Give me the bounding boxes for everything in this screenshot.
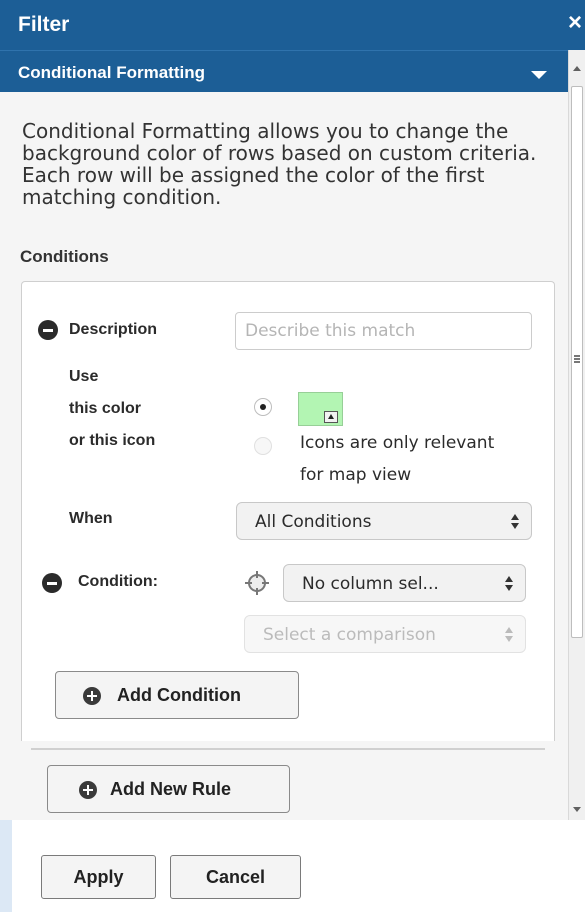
remove-rule-icon[interactable] [38, 320, 58, 340]
comparison-select[interactable]: Select a comparison [244, 615, 526, 653]
cancel-button[interactable]: Cancel [170, 855, 301, 899]
comparison-select-value: Select a comparison [263, 625, 436, 645]
divider [31, 748, 545, 750]
color-radio[interactable] [254, 398, 272, 416]
scrollbar[interactable] [568, 50, 585, 820]
grip-icon [574, 355, 580, 363]
add-condition-button[interactable]: Add Condition [55, 671, 299, 719]
plus-circle-icon [79, 781, 97, 799]
when-select[interactable]: All Conditions [236, 502, 532, 540]
color-label: this color [69, 400, 142, 417]
scroll-down-icon[interactable] [573, 807, 581, 812]
column-select[interactable]: No column sel... [283, 564, 526, 602]
conditions-heading: Conditions [20, 247, 109, 266]
icon-radio[interactable] [254, 437, 272, 455]
column-select-value: No column sel... [302, 574, 439, 594]
crosshair-icon[interactable] [244, 570, 270, 596]
chevron-up-icon[interactable] [324, 411, 338, 423]
scrollbar-thumb[interactable] [571, 86, 583, 638]
description-label: Description [69, 321, 158, 338]
intro-text: Conditional Formatting allows you to cha… [22, 119, 537, 209]
plus-circle-icon [83, 687, 101, 705]
select-arrows-icon [511, 514, 519, 530]
add-new-rule-label: Add New Rule [110, 779, 232, 799]
filter-dialog: Filter × Conditional Formatting Conditio… [0, 0, 585, 912]
title-bar: Filter × [0, 0, 585, 50]
section-title: Conditional Formatting [18, 63, 205, 82]
use-label: Use [69, 368, 99, 385]
select-arrows-icon [505, 576, 513, 592]
add-condition-label: Add Condition [117, 685, 241, 705]
description-input[interactable] [235, 312, 532, 350]
when-select-value: All Conditions [255, 512, 372, 532]
close-icon[interactable]: × [568, 11, 582, 35]
when-label: When [69, 510, 113, 527]
icon-note-line2: for map view [300, 465, 412, 485]
dialog-title: Filter [18, 13, 70, 36]
condition-label: Condition: [78, 573, 158, 590]
select-arrows-icon [505, 627, 513, 643]
chevron-down-icon[interactable] [531, 71, 547, 79]
conditional-formatting-header[interactable]: Conditional Formatting [0, 50, 568, 92]
footer-accent [0, 820, 12, 912]
add-new-rule-button[interactable]: Add New Rule [47, 765, 290, 813]
color-swatch[interactable] [298, 392, 343, 426]
icon-note-line1: Icons are only relevant [300, 433, 495, 453]
apply-button[interactable]: Apply [41, 855, 156, 899]
remove-condition-icon[interactable] [42, 573, 62, 593]
dialog-footer: Apply Cancel [0, 820, 585, 912]
icon-label: or this icon [69, 432, 156, 449]
scroll-up-icon[interactable] [573, 66, 581, 71]
